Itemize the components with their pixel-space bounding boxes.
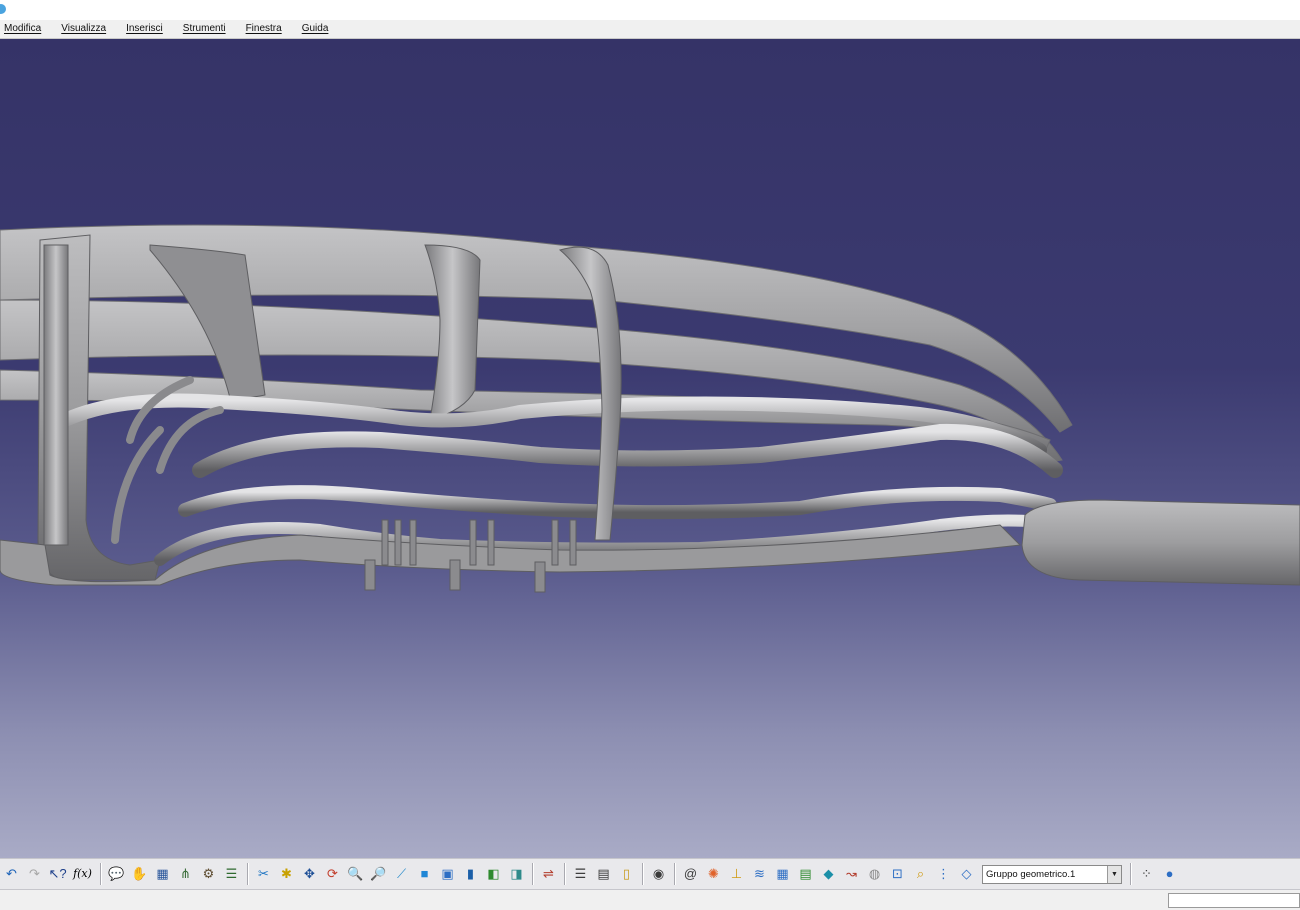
globe-icon[interactable]: ● [1160,864,1180,884]
menu-guida[interactable]: Guida [292,20,339,38]
fit-all-icon[interactable]: ✂ [254,864,274,884]
fly-mode-icon[interactable]: ✱ [277,864,297,884]
at-icon[interactable]: @ [681,864,701,884]
hide-show-icon[interactable]: ◧ [484,864,504,884]
toolbar-separator [1130,863,1131,885]
tube-2 [192,423,1063,478]
measure-icon[interactable]: ⇌ [539,864,559,884]
blend-icon[interactable]: ◍ [865,864,885,884]
tube-3 [178,485,1057,520]
menu-modifica[interactable]: Modifica [0,20,51,38]
view-mode-icon[interactable]: ▣ [438,864,458,884]
surface-icon[interactable]: ◆ [819,864,839,884]
chevron-down-icon[interactable]: ▼ [1107,865,1121,883]
toolbar-separator [564,863,565,885]
menu-inserisci[interactable]: Inserisci [116,20,173,38]
swap-space-icon[interactable]: ◨ [507,864,527,884]
sketch-icon[interactable]: ✺ [704,864,724,884]
normal-view-icon[interactable]: ⟋ [392,864,412,884]
shading-icon[interactable]: ▮ [461,864,481,884]
undo-icon[interactable]: ↶ [2,864,22,884]
command-input[interactable] [1168,893,1300,908]
menu-finestra[interactable]: Finestra [236,20,292,38]
stack-icon[interactable]: ☰ [571,864,591,884]
axis-icon[interactable]: ⊥ [727,864,747,884]
zoom-out-icon[interactable]: 🔎 [369,864,389,884]
menu-visualizza[interactable]: Visualizza [51,20,116,38]
extract-icon[interactable]: ⊡ [888,864,908,884]
toolbar-separator [532,863,533,885]
spreadsheet-icon[interactable]: ▦ [153,864,173,884]
geometric-set-select[interactable]: Gruppo geometrico.1 ▼ [982,864,1122,884]
nose-cone [1021,499,1300,586]
cylinder-icon[interactable]: ▤ [796,864,816,884]
book-icon[interactable]: ▤ [594,864,614,884]
hand-icon[interactable]: ✋ [130,864,150,884]
status-bar [0,890,1300,910]
macro-icon[interactable]: ⚙ [199,864,219,884]
geometric-set-value: Gruppo geometrico.1 [986,868,1076,880]
camera-icon[interactable]: ◉ [649,864,669,884]
curve-icon[interactable]: ↝ [842,864,862,884]
toolbar: ↶ ↷ ↖? f(x) 💬 ✋ ▦ ⋔ ⚙ ☰ ✂ ✱ ✥ ⟳ 🔍 🔎 ⟋ ■ ▣ ▮ ◧ ◨ ⇌ ☰ ▤ ▯ ◉ @ ✺ ⊥ ≋ ▦ ▤ ◆ ↝ ◍… [0,858,1300,890]
toolbar-separator [674,863,675,885]
plane-icon[interactable]: ◇ [957,864,977,884]
column-icon[interactable]: ⋮ [934,864,954,884]
3d-viewport[interactable] [0,39,1300,858]
whats-this-icon[interactable]: ↖? [48,864,68,884]
tree-icon[interactable]: ⋔ [176,864,196,884]
toolbar-separator [247,863,248,885]
comment-icon[interactable]: 💬 [107,864,127,884]
iso-view-icon[interactable]: ■ [415,864,435,884]
left-strut [43,244,69,546]
toolbar-separator [642,863,643,885]
grid-icon[interactable]: ▦ [773,864,793,884]
menu-bar: Modifica Visualizza Inserisci Strumenti Fine… [0,20,1300,39]
redo-icon[interactable]: ↷ [25,864,45,884]
lines-icon[interactable]: ≋ [750,864,770,884]
search-icon[interactable]: ⌕ [911,864,931,884]
title-strip [0,0,1300,20]
catalog-icon[interactable]: ☰ [222,864,242,884]
dots-icon[interactable]: ⁘ [1137,864,1157,884]
formula-button[interactable]: f(x) [71,864,95,884]
front-wing-model[interactable] [0,39,1300,858]
rotate-icon[interactable]: ⟳ [323,864,343,884]
toolbar-separator [100,863,101,885]
app-icon [0,4,6,14]
menu-strumenti[interactable]: Strumenti [173,20,236,38]
zoom-in-icon[interactable]: 🔍 [346,864,366,884]
pan-icon[interactable]: ✥ [300,864,320,884]
bottle-icon[interactable]: ▯ [617,864,637,884]
